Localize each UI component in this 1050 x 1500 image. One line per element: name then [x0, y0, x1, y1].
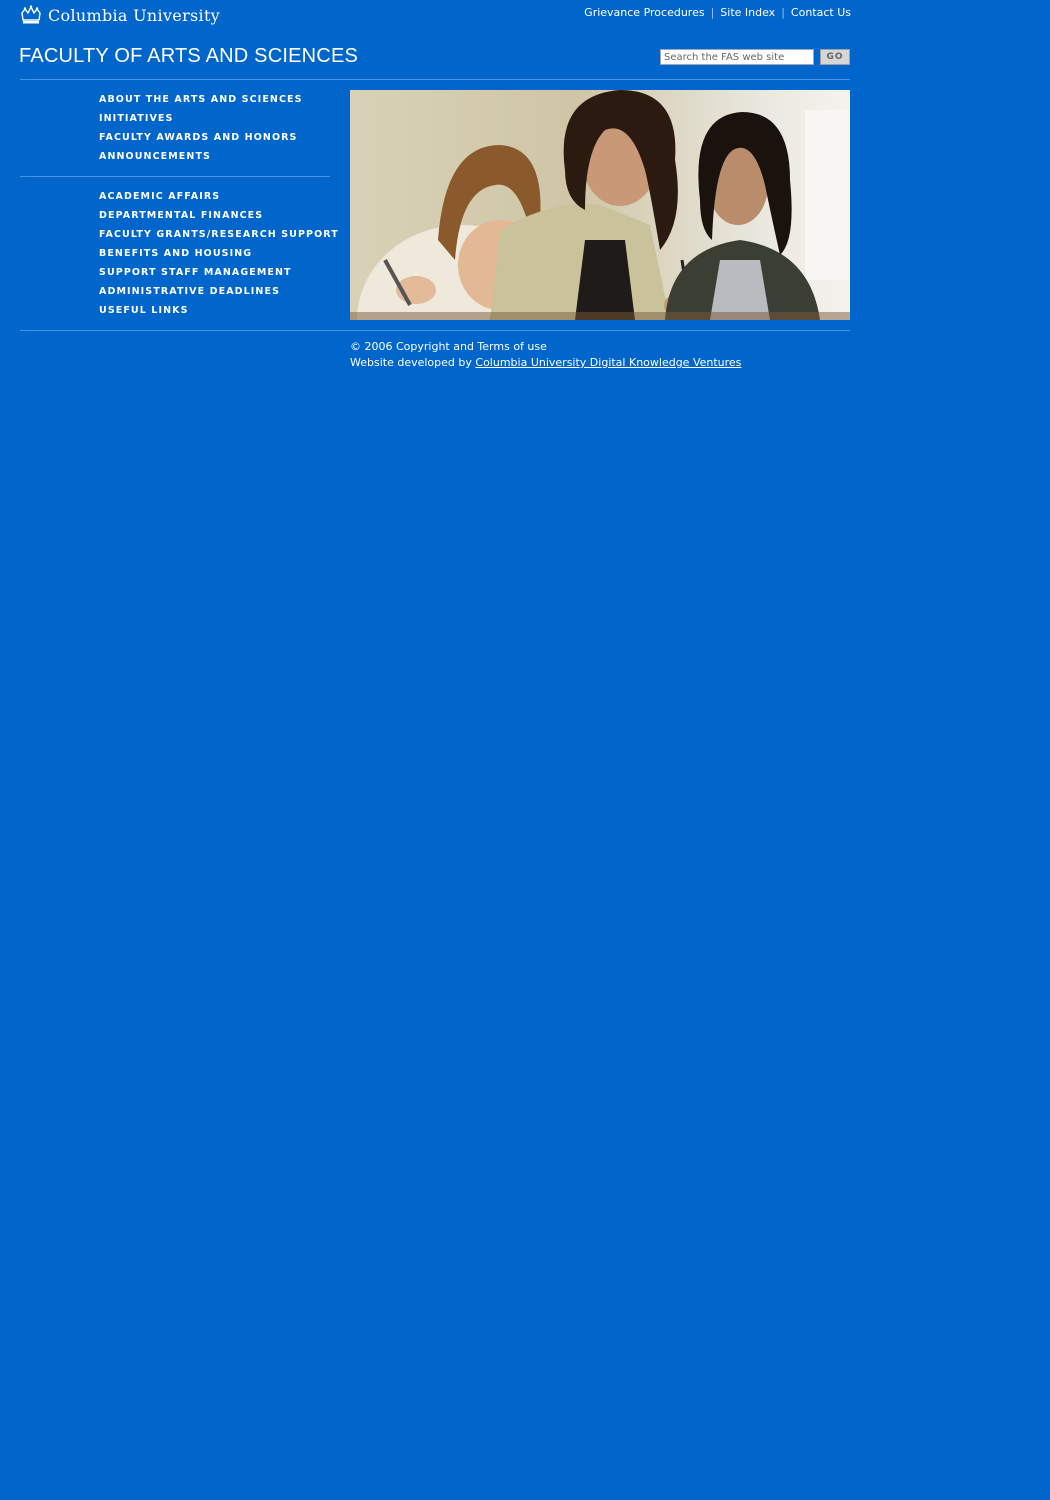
footer-divider [20, 330, 850, 331]
nav-link[interactable]: BENEFITS AND HOUSING [99, 248, 252, 259]
nav-item-initiatives[interactable]: INITIATIVES [99, 109, 303, 128]
nav-link[interactable]: FACULTY AWARDS AND HONORS [99, 132, 297, 143]
nav-link[interactable]: ABOUT THE ARTS AND SCIENCES [99, 94, 303, 105]
university-logo[interactable]: Columbia University [20, 5, 220, 25]
contact-us-link[interactable]: Contact Us [791, 6, 851, 19]
nav-link[interactable]: ACADEMIC AFFAIRS [99, 191, 220, 202]
nav-link[interactable]: INITIATIVES [99, 113, 173, 124]
footer: © 2006 Copyright and Terms of use Websit… [350, 339, 741, 371]
grievance-procedures-link[interactable]: Grievance Procedures [584, 6, 704, 19]
nav-item-about[interactable]: ABOUT THE ARTS AND SCIENCES [99, 90, 303, 109]
search-go-button[interactable]: GO [820, 49, 850, 65]
nav-item-benefits[interactable]: BENEFITS AND HOUSING [99, 244, 339, 263]
nav-item-announcements[interactable]: ANNOUNCEMENTS [99, 147, 303, 166]
faculty-title[interactable]: FACULTY OF ARTS AND SCIENCES [19, 45, 358, 68]
search-input[interactable] [660, 49, 814, 65]
nav-link[interactable]: SUPPORT STAFF MANAGEMENT [99, 267, 292, 278]
nav-item-deadlines[interactable]: ADMINISTRATIVE DEADLINES [99, 282, 339, 301]
link-separator: | [710, 6, 715, 19]
primary-nav: ABOUT THE ARTS AND SCIENCES INITIATIVES … [99, 90, 303, 166]
nav-link[interactable]: USEFUL LINKS [99, 305, 189, 316]
nav-item-awards[interactable]: FACULTY AWARDS AND HONORS [99, 128, 303, 147]
hero-photo [350, 90, 850, 320]
search-form: GO [660, 49, 850, 65]
site-index-link[interactable]: Site Index [720, 6, 775, 19]
header-divider [20, 79, 850, 80]
developer-credit: Website developed by Columbia University… [350, 355, 741, 371]
nav-link[interactable]: FACULTY GRANTS/RESEARCH SUPPORT [99, 229, 339, 240]
nav-link[interactable]: ADMINISTRATIVE DEADLINES [99, 286, 280, 297]
secondary-nav: ACADEMIC AFFAIRS DEPARTMENTAL FINANCES F… [99, 187, 339, 320]
nav-item-academic-affairs[interactable]: ACADEMIC AFFAIRS [99, 187, 339, 206]
copyright-text[interactable]: © 2006 Copyright and Terms of use [350, 339, 741, 355]
nav-link[interactable]: DEPARTMENTAL FINANCES [99, 210, 263, 221]
utility-links: Grievance Procedures | Site Index | Cont… [584, 6, 851, 19]
crown-icon [21, 5, 41, 24]
nav-item-grants[interactable]: FACULTY GRANTS/RESEARCH SUPPORT [99, 225, 339, 244]
university-name: Columbia University [48, 5, 221, 25]
nav-item-useful-links[interactable]: USEFUL LINKS [99, 301, 339, 320]
nav-link[interactable]: ANNOUNCEMENTS [99, 151, 211, 162]
link-separator: | [781, 6, 785, 19]
page: Columbia University Grievance Procedures… [0, 0, 1050, 1500]
nav-item-departmental-finances[interactable]: DEPARTMENTAL FINANCES [99, 206, 339, 225]
nav-divider [20, 176, 330, 177]
developer-link[interactable]: Columbia University Digital Knowledge Ve… [475, 356, 741, 369]
developer-prefix: Website developed by [350, 356, 472, 369]
nav-item-support-staff[interactable]: SUPPORT STAFF MANAGEMENT [99, 263, 339, 282]
